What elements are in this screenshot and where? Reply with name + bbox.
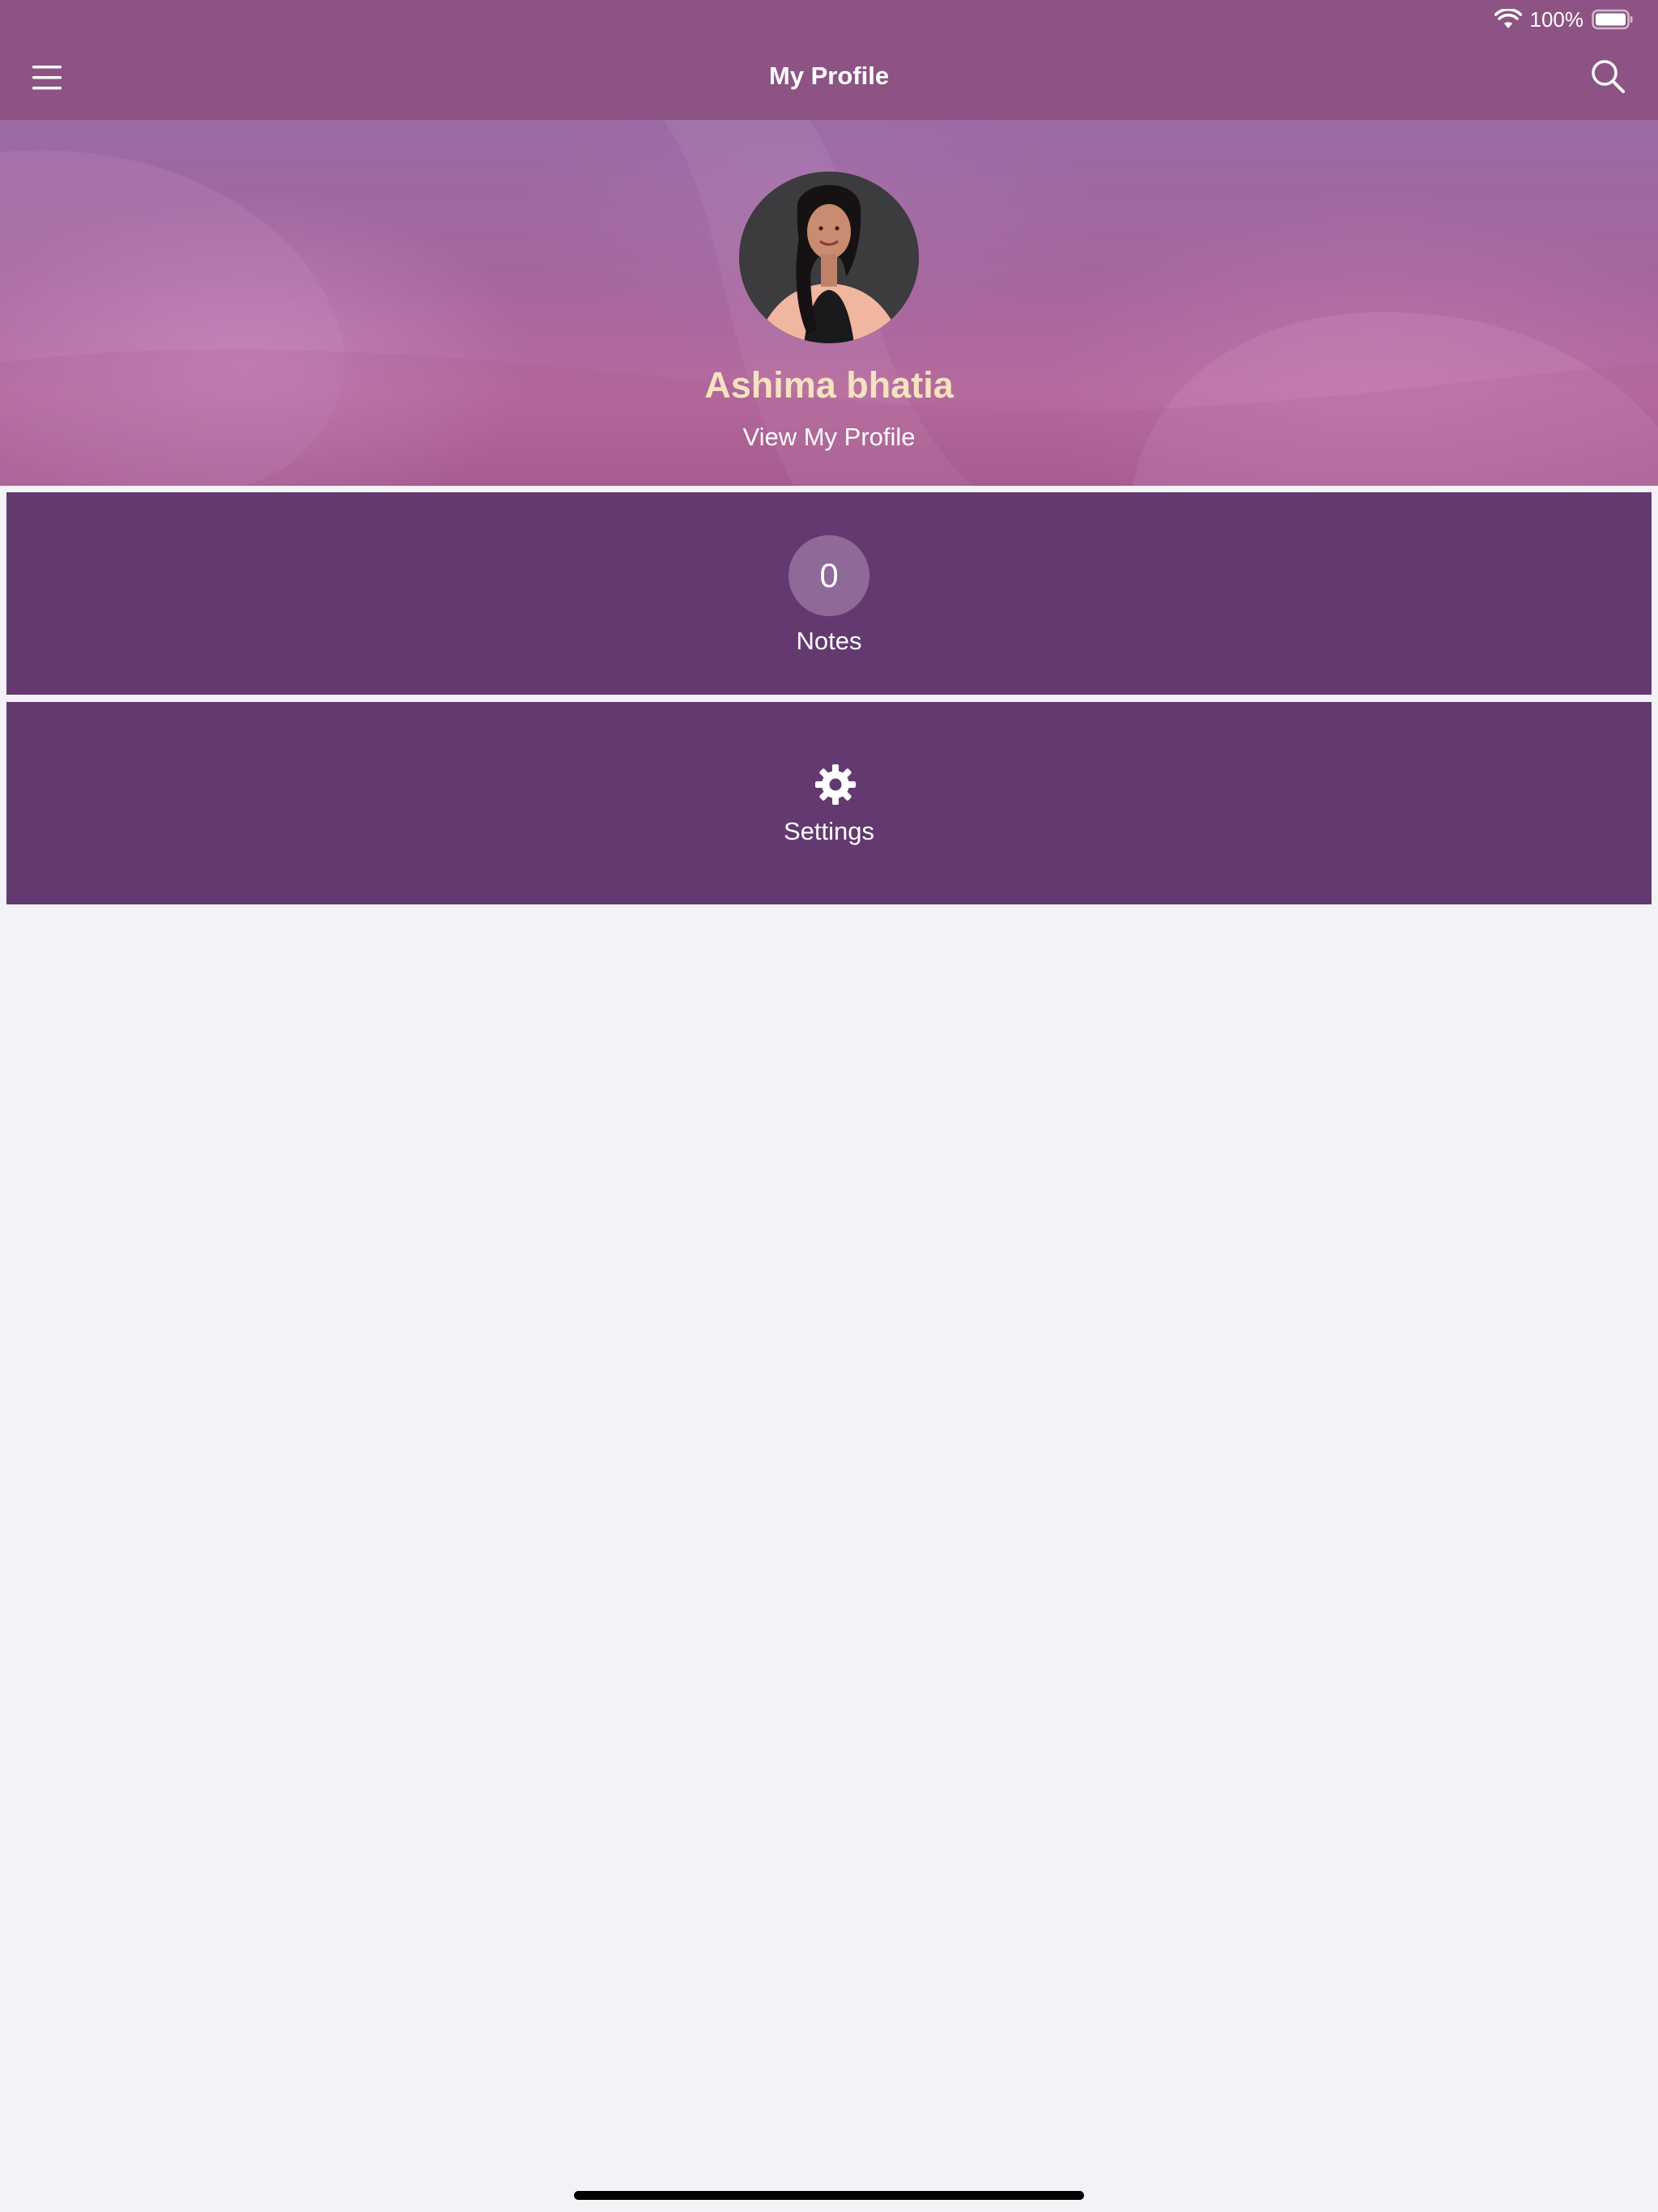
avatar-photo [739,172,919,343]
notes-label: Notes [796,627,862,655]
navigation-bar: My Profile [0,32,1658,120]
settings-label: Settings [783,817,874,845]
profile-name: Ashima bhatia [704,364,954,406]
settings-tile[interactable]: Settings [6,702,1652,904]
search-icon [1592,60,1625,93]
notes-tile[interactable]: 0 Notes [6,492,1652,695]
avatar[interactable] [739,172,919,343]
page-title: My Profile [768,62,890,90]
battery-icon [1592,9,1633,30]
status-bar: 100% [1494,6,1635,32]
profile-header: Ashima bhatia View My Profile [0,120,1658,486]
search-button[interactable] [1590,58,1627,96]
notes-count-badge: 0 [789,535,869,616]
wifi-icon [1494,9,1522,28]
home-indicator[interactable] [574,2191,1084,2200]
battery-percent: 100% [1529,6,1584,32]
view-profile-link[interactable]: View My Profile [0,423,1658,452]
top-bar: 100% My Profile [0,0,1658,120]
gear-icon [814,764,857,806]
